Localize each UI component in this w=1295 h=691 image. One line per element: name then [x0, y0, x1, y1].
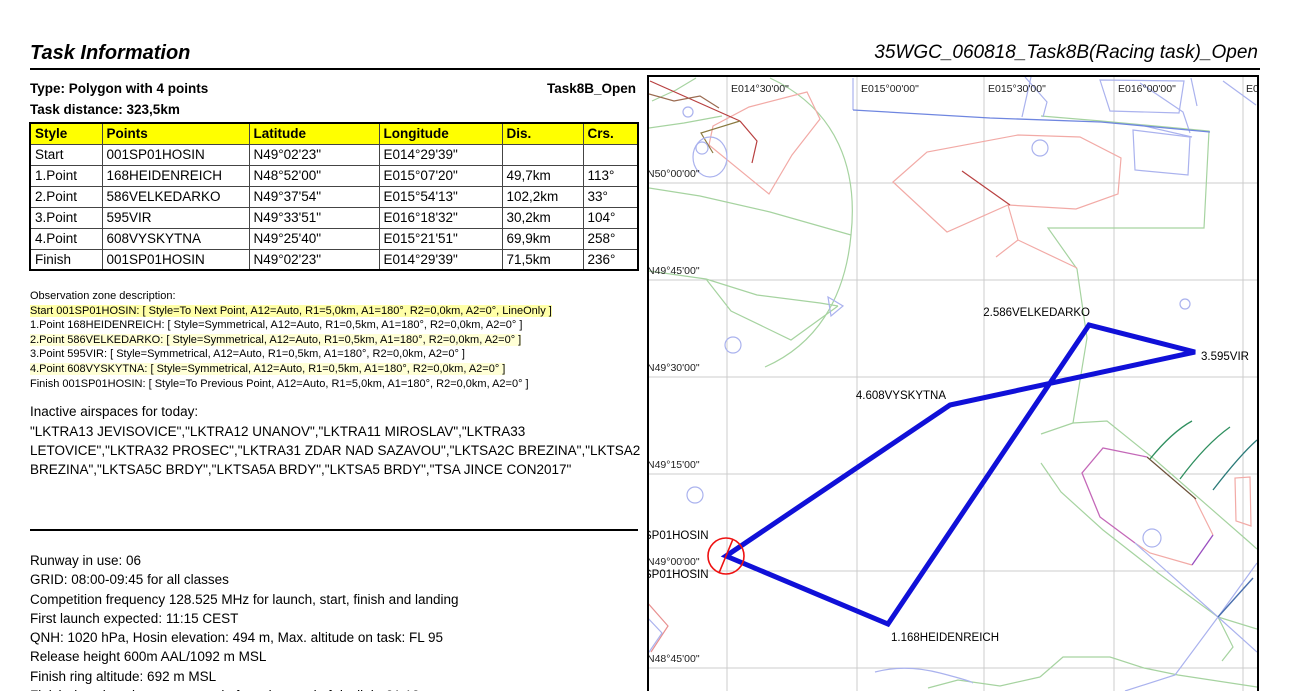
cell-points: 168HEIDENREICH — [102, 165, 249, 186]
obs-line-1: 1.Point 168HEIDENREICH: [ Style=Symmetri… — [30, 318, 650, 333]
cell-distance: 49,7km — [502, 165, 583, 186]
document-reference: 35WGC_060818_Task8B(Racing task)_Open — [874, 42, 1258, 64]
obs-line-4: 4.Point 608VYSKYTNA: [ Style=Symmetrical… — [30, 362, 650, 377]
table-row: Start 001SP01HOSIN N49°02'23" E014°29'39… — [30, 144, 638, 165]
obs-line-3: 3.Point 595VIR: [ Style=Symmetrical, A12… — [30, 347, 650, 362]
cell-points: 595VIR — [102, 207, 249, 228]
cell-course: 258° — [583, 228, 638, 249]
cell-distance — [502, 144, 583, 165]
briefing-runway: Runway in use: 06 — [30, 551, 459, 570]
cell-points: 586VELKEDARKO — [102, 186, 249, 207]
briefing-release-height: Release height 600m AAL/1092 m MSL — [30, 647, 459, 666]
lat-label-n4930: N49°30'00" — [647, 362, 700, 374]
cell-latitude: N49°33'51" — [249, 207, 379, 228]
col-points: Points — [102, 123, 249, 144]
cell-course: 33° — [583, 186, 638, 207]
obs-line-2: 2.Point 586VELKEDARKO: [ Style=Symmetric… — [30, 333, 650, 348]
col-distance: Dis. — [502, 123, 583, 144]
cell-latitude: N49°25'40" — [249, 228, 379, 249]
waypoint-label-heidenreich: 1.168HEIDENREICH — [891, 632, 999, 644]
table-row: Finish 001SP01HOSIN N49°02'23" E014°29'3… — [30, 249, 638, 270]
observation-zone-title: Observation zone description: — [30, 289, 650, 304]
obs-line-finish: Finish 001SP01HOSIN: [ Style=To Previous… — [30, 377, 650, 392]
cell-latitude: N48°52'00" — [249, 165, 379, 186]
table-row: 1.Point 168HEIDENREICH N48°52'00" E015°0… — [30, 165, 638, 186]
briefing-qnh: QNH: 1020 hPa, Hosin elevation: 494 m, M… — [30, 628, 459, 647]
col-latitude: Latitude — [249, 123, 379, 144]
cell-distance: 30,2km — [502, 207, 583, 228]
cell-course — [583, 144, 638, 165]
lon-label-e01530: E015°30'00" — [988, 83, 1046, 95]
lat-label-n4945: N49°45'00" — [647, 265, 700, 277]
lon-label-e01600: E016°00'00" — [1118, 83, 1176, 95]
cell-course: 113° — [583, 165, 638, 186]
waypoint-label-vyskytna: 4.608VYSKYTNA — [856, 390, 946, 402]
col-longitude: Longitude — [379, 123, 502, 144]
cell-course: 236° — [583, 249, 638, 270]
page-title: Task Information — [30, 42, 190, 65]
cell-style: 3.Point — [30, 207, 102, 228]
cell-style: Start — [30, 144, 102, 165]
cell-style: 4.Point — [30, 228, 102, 249]
cell-longitude: E016°18'32" — [379, 207, 502, 228]
briefing-finish-ring-alt: Finish ring altitude: 692 m MSL — [30, 667, 459, 686]
col-course: Crs. — [583, 123, 638, 144]
table-row: 3.Point 595VIR N49°33'51" E016°18'32" 30… — [30, 207, 638, 228]
table-header-row: Style Points Latitude Longitude Dis. Crs… — [30, 123, 638, 144]
task-name: Task8B_Open — [30, 81, 636, 96]
lon-label-e01500: E015°00'00" — [861, 83, 919, 95]
cell-course: 104° — [583, 207, 638, 228]
inactive-airspaces-title: Inactive airspaces for today: — [30, 404, 198, 419]
waypoint-label-hosin-bottom: SP01HOSIN — [645, 569, 709, 581]
col-style: Style — [30, 123, 102, 144]
cell-points: 001SP01HOSIN — [102, 249, 249, 270]
waypoint-table: Style Points Latitude Longitude Dis. Crs… — [29, 122, 639, 271]
cell-longitude: E015°07'20" — [379, 165, 502, 186]
cell-longitude: E015°54'13" — [379, 186, 502, 207]
briefing-frequency: Competition frequency 128.525 MHz for la… — [30, 590, 459, 609]
cell-latitude: N49°37'54" — [249, 186, 379, 207]
briefing-grid: GRID: 08:00-09:45 for all classes — [30, 570, 459, 589]
cell-points: 608VYSKYTNA — [102, 228, 249, 249]
table-row: 4.Point 608VYSKYTNA N49°25'40" E015°21'5… — [30, 228, 638, 249]
cell-longitude: E014°29'39" — [379, 144, 502, 165]
cell-distance: 102,2km — [502, 186, 583, 207]
task-sheet: Task Information 35WGC_060818_Task8B(Rac… — [0, 0, 1295, 691]
task-distance: Task distance: 323,5km — [30, 102, 180, 117]
section-divider — [30, 529, 638, 531]
lon-label-e01430: E014°30'00" — [731, 83, 789, 95]
briefing-first-launch: First launch expected: 11:15 CEST — [30, 609, 459, 628]
briefing-block: Runway in use: 06 GRID: 08:00-09:45 for … — [30, 551, 459, 691]
map-border — [648, 76, 1258, 691]
observation-zone-block: Observation zone description: Start 001S… — [30, 289, 650, 391]
lat-label-n4900: N49°00'00" — [647, 556, 700, 568]
cell-style: 1.Point — [30, 165, 102, 186]
cell-longitude: E015°21'51" — [379, 228, 502, 249]
waypoint-label-velkedarko: 2.586VELKEDARKO — [983, 307, 1090, 319]
lat-label-n4915: N49°15'00" — [647, 459, 700, 471]
table-row: 2.Point 586VELKEDARKO N49°37'54" E015°54… — [30, 186, 638, 207]
cell-style: 2.Point — [30, 186, 102, 207]
waypoint-label-hosin-top: SP01HOSIN — [645, 530, 709, 542]
lat-label-n5000: N50°00'00" — [647, 168, 700, 180]
cell-latitude: N49°02'23" — [249, 249, 379, 270]
briefing-finish-ring-closed: Finish ring closed: sunset or end of sco… — [30, 686, 459, 691]
cell-distance: 69,9km — [502, 228, 583, 249]
obs-line-start: Start 001SP01HOSIN: [ Style=To Next Poin… — [30, 304, 650, 319]
cell-longitude: E014°29'39" — [379, 249, 502, 270]
cell-style: Finish — [30, 249, 102, 270]
lat-label-n4845: N48°45'00" — [647, 653, 700, 665]
task-map: SP01HOSIN SP01HOSIN 1.168HEIDENREICH 2.5… — [645, 70, 1295, 691]
cell-points: 001SP01HOSIN — [102, 144, 249, 165]
cell-distance: 71,5km — [502, 249, 583, 270]
inactive-airspaces-list: "LKTRA13 JEVISOVICE","LKTRA12 UNANOV","L… — [30, 422, 644, 479]
cell-latitude: N49°02'23" — [249, 144, 379, 165]
waypoint-label-vir: 3.595VIR — [1201, 351, 1249, 363]
